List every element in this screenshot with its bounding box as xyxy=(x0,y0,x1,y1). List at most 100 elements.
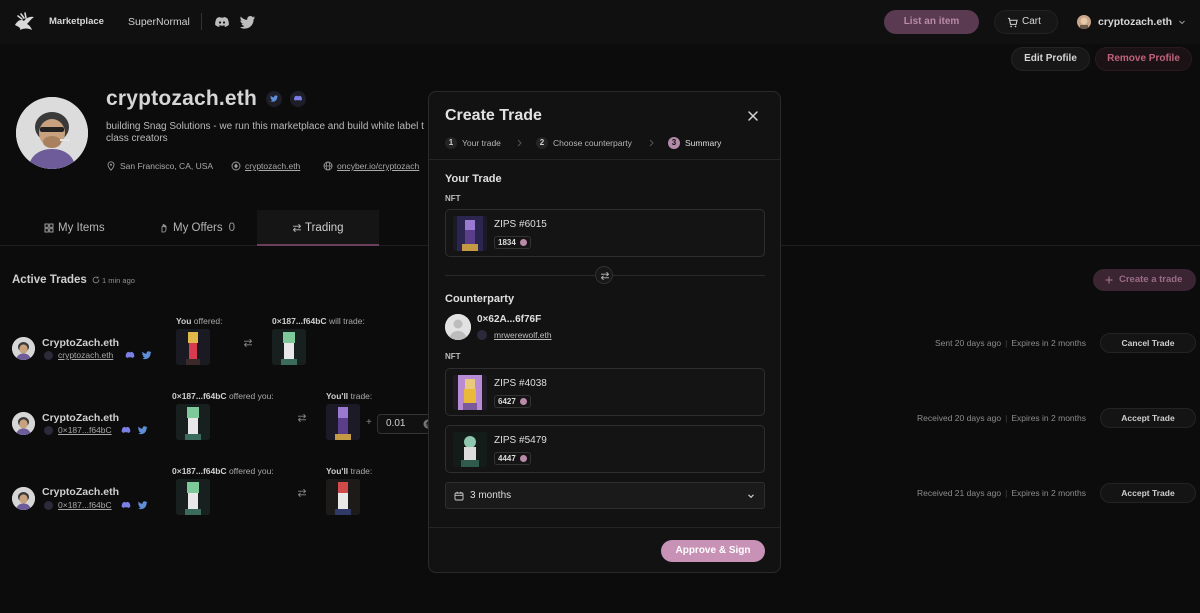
grid-icon xyxy=(44,223,54,233)
edit-profile-button[interactable]: Edit Profile xyxy=(1011,47,1090,71)
requested-nft-thumb[interactable] xyxy=(326,404,360,440)
counterparty-ens-text: mrwerewolf.eth xyxy=(494,330,552,340)
counterparty-nft-card[interactable]: ZIPS #4038 6427 xyxy=(445,368,765,416)
accept-trade-button[interactable]: Accept Trade xyxy=(1100,408,1196,428)
plus-icon: + xyxy=(366,417,372,428)
tab-my-items[interactable]: My Items xyxy=(44,210,124,246)
twitter-icon xyxy=(270,95,278,102)
account-menu-button[interactable]: cryptozach.eth xyxy=(1068,10,1192,34)
cancel-trade-button[interactable]: Cancel Trade xyxy=(1100,333,1196,353)
offered-nft-thumb[interactable] xyxy=(176,404,210,440)
rarity-dot-icon xyxy=(519,455,527,462)
top-nav: Marketplace SuperNormal List an item Car… xyxy=(0,0,1200,44)
counterparty-nft-card[interactable]: ZIPS #5479 4447 xyxy=(445,425,765,473)
offered-nft-thumb[interactable] xyxy=(176,329,210,365)
nft-name: ZIPS #5479 xyxy=(494,435,547,446)
trader-avatar xyxy=(12,412,35,435)
approve-sign-button[interactable]: Approve & Sign xyxy=(661,540,765,562)
counterparty-ens-link[interactable]: mrwerewolf.eth xyxy=(477,330,552,340)
eth-amount: 0.01 xyxy=(386,418,406,429)
refresh-icon xyxy=(92,276,100,284)
tab-my-offers[interactable]: My Offers 0 xyxy=(159,210,249,246)
trader-handle-text: 0×187...f64bC xyxy=(58,500,112,510)
refresh-status[interactable]: 1 min ago xyxy=(92,276,135,285)
nft-thumbnail xyxy=(453,375,487,410)
rarity-rank-badge: 1834 xyxy=(494,236,531,249)
discord-icon[interactable] xyxy=(214,14,230,30)
step-label: Choose counterparty xyxy=(553,138,632,148)
nft-thumbnail xyxy=(453,432,487,467)
close-icon[interactable] xyxy=(747,110,759,122)
location-pin-icon xyxy=(107,161,115,171)
rarity-dot-icon xyxy=(519,239,527,246)
trader-handle-text: 0×187...f64bC xyxy=(58,425,112,435)
active-trades-title: Active Trades xyxy=(12,274,87,286)
step-summary[interactable]: 3 Summary xyxy=(668,137,721,149)
offer-label: You offered: xyxy=(176,316,223,326)
step-your-trade[interactable]: 1 Your trade xyxy=(445,137,501,149)
duration-select[interactable]: 3 months xyxy=(445,482,765,509)
twitter-icon[interactable] xyxy=(240,14,256,30)
ens-text: cryptozach.eth xyxy=(245,161,301,171)
counter-label: You'll trade: xyxy=(326,466,373,476)
trader-handle-link[interactable]: 0×187...f64bC xyxy=(44,500,112,510)
zips-logo-icon[interactable] xyxy=(12,10,36,34)
chevron-down-icon xyxy=(1179,20,1185,25)
globe-icon xyxy=(323,161,333,171)
twitter-icon[interactable] xyxy=(138,425,148,435)
nft-name: ZIPS #6015 xyxy=(494,219,547,230)
supernormal-link[interactable]: SuperNormal xyxy=(128,16,190,28)
marketplace-link[interactable]: Marketplace xyxy=(49,16,104,27)
profile-discord-link[interactable] xyxy=(290,91,306,107)
trader-name: CryptoZach.eth xyxy=(42,412,120,424)
nft-thumbnail xyxy=(453,216,487,251)
offered-nft-thumb[interactable] xyxy=(176,479,210,515)
remove-profile-button[interactable]: Remove Profile xyxy=(1095,47,1192,71)
tab-trading[interactable]: Trading xyxy=(257,210,379,246)
nav-divider xyxy=(201,13,202,30)
requested-nft-thumb[interactable] xyxy=(272,329,306,365)
discord-icon xyxy=(294,95,302,101)
your-nft-card[interactable]: ZIPS #6015 1834 xyxy=(445,209,765,257)
cart-icon xyxy=(1007,17,1018,28)
counter-label: You'll trade: xyxy=(326,391,373,401)
plus-icon xyxy=(1105,276,1113,284)
rarity-rank-badge: 6427 xyxy=(494,395,531,408)
modal-footer: Approve & Sign xyxy=(429,527,780,572)
profile-ens-link[interactable]: cryptozach.eth xyxy=(231,161,300,171)
trader-handle-link[interactable]: cryptozach.eth xyxy=(44,350,113,360)
duration-value: 3 months xyxy=(470,490,512,501)
requested-nft-thumb[interactable] xyxy=(326,479,360,515)
profile-name: cryptozach.eth xyxy=(106,87,257,110)
counterparty-address: 0×62A...6f76F xyxy=(477,314,542,325)
accept-trade-button[interactable]: Accept Trade xyxy=(1100,483,1196,503)
swap-direction-button[interactable] xyxy=(595,266,613,284)
tab-my-items-label: My Items xyxy=(58,222,105,234)
counterparty-heading: Counterparty xyxy=(445,293,515,305)
cart-button[interactable]: Cart xyxy=(994,10,1058,34)
website-text: oncyber.io/cryptozach xyxy=(337,161,420,171)
hand-icon xyxy=(161,224,167,233)
trader-handle-link[interactable]: 0×187...f64bC xyxy=(44,425,112,435)
profile-bio-continued: class creators xyxy=(106,133,168,144)
list-item-button[interactable]: List an item xyxy=(884,10,979,34)
discord-icon[interactable] xyxy=(121,500,131,510)
discord-icon[interactable] xyxy=(121,425,131,435)
discord-icon[interactable] xyxy=(125,350,135,360)
step-choose-counterparty[interactable]: 2 Choose counterparty xyxy=(536,137,632,149)
cart-label: Cart xyxy=(1022,16,1041,27)
ens-icon xyxy=(231,161,241,171)
create-trade-button[interactable]: Create a trade xyxy=(1093,269,1196,291)
twitter-icon[interactable] xyxy=(138,500,148,510)
twitter-icon[interactable] xyxy=(142,350,152,360)
swap-icon xyxy=(292,223,302,233)
offers-count-badge: 0 xyxy=(228,222,236,234)
profile-twitter-link[interactable] xyxy=(266,91,282,107)
trader-name: CryptoZach.eth xyxy=(42,486,120,498)
chevron-right-icon xyxy=(649,139,654,147)
trade-status: Received 21 days ago | Expires in 2 months xyxy=(917,488,1086,498)
profile-website-link[interactable]: oncyber.io/cryptozach xyxy=(323,161,419,171)
ens-icon xyxy=(44,426,53,435)
ens-icon xyxy=(44,351,53,360)
modal-title: Create Trade xyxy=(445,107,542,124)
